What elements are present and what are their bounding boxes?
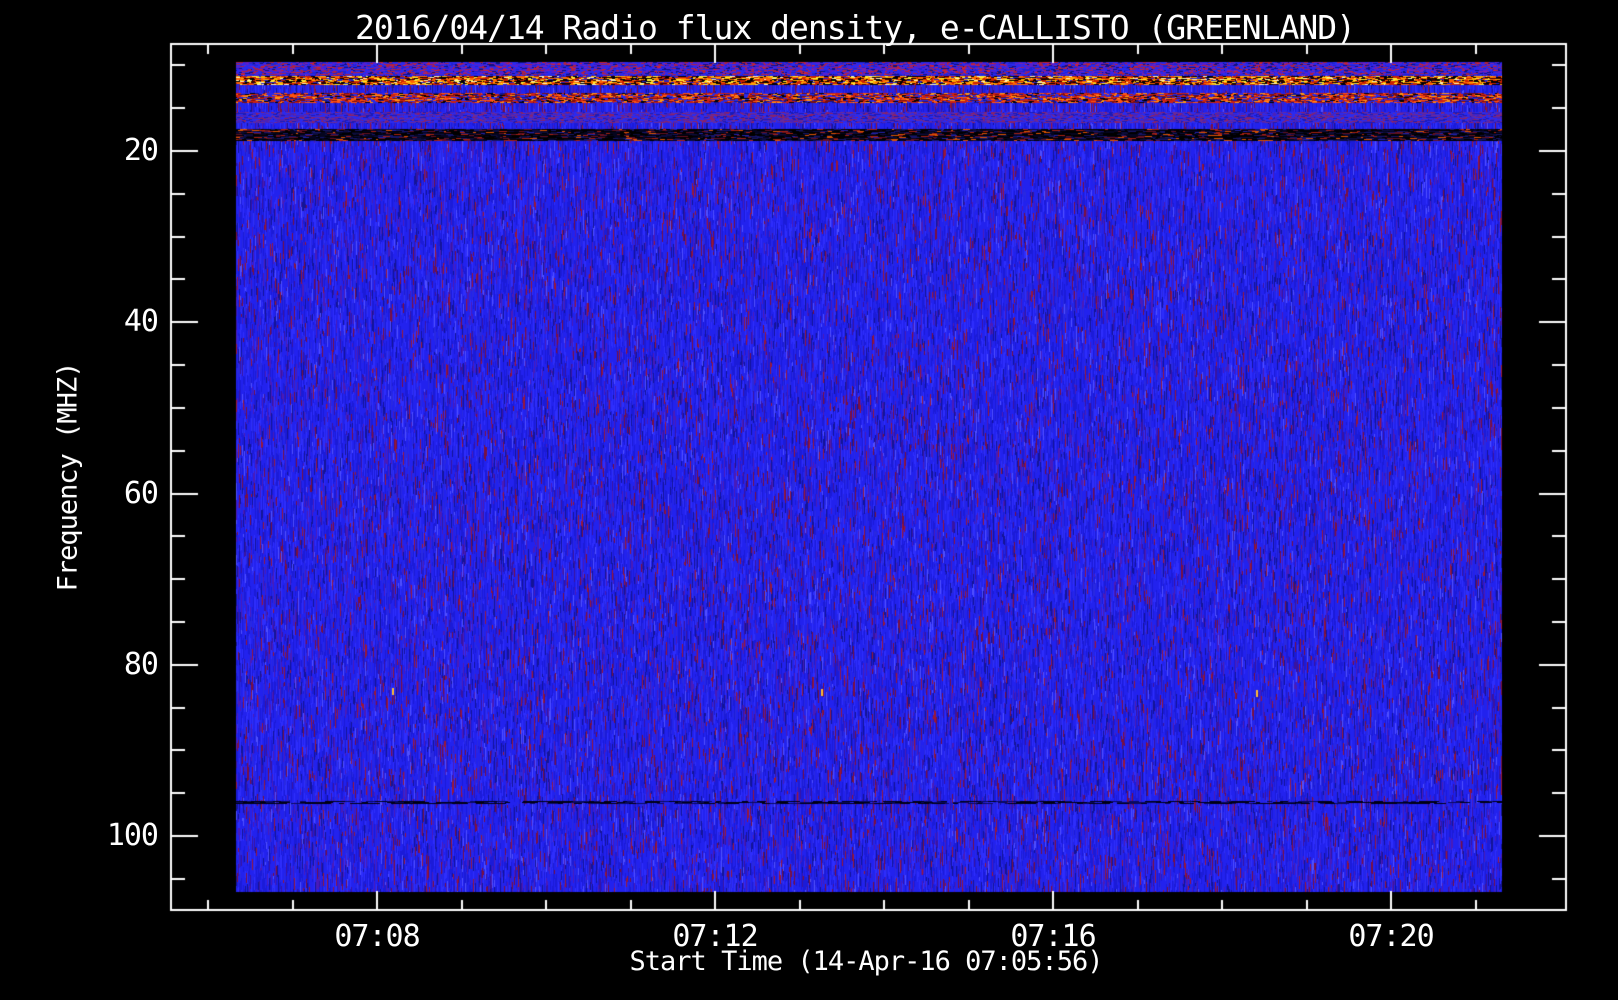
x-tick-label: 07:12 bbox=[672, 919, 758, 954]
callisto-spectrogram-page: 2016/04/14 Radio flux density, e-CALLIST… bbox=[0, 0, 1618, 1000]
x-tick-label: 07:16 bbox=[1010, 919, 1096, 954]
spectrogram-plot-canvas bbox=[0, 0, 1618, 1000]
chart-title: 2016/04/14 Radio flux density, e-CALLIST… bbox=[355, 8, 1356, 47]
y-tick-label: 40 bbox=[123, 304, 159, 339]
y-tick-label: 100 bbox=[106, 818, 159, 853]
y-tick-label: 60 bbox=[123, 476, 159, 511]
y-tick-label: 20 bbox=[123, 133, 159, 168]
x-tick-label: 07:20 bbox=[1348, 919, 1434, 954]
y-tick-label: 80 bbox=[123, 647, 159, 682]
y-axis-title: Frequency (MHZ) bbox=[52, 362, 84, 592]
x-tick-label: 07:08 bbox=[334, 919, 420, 954]
